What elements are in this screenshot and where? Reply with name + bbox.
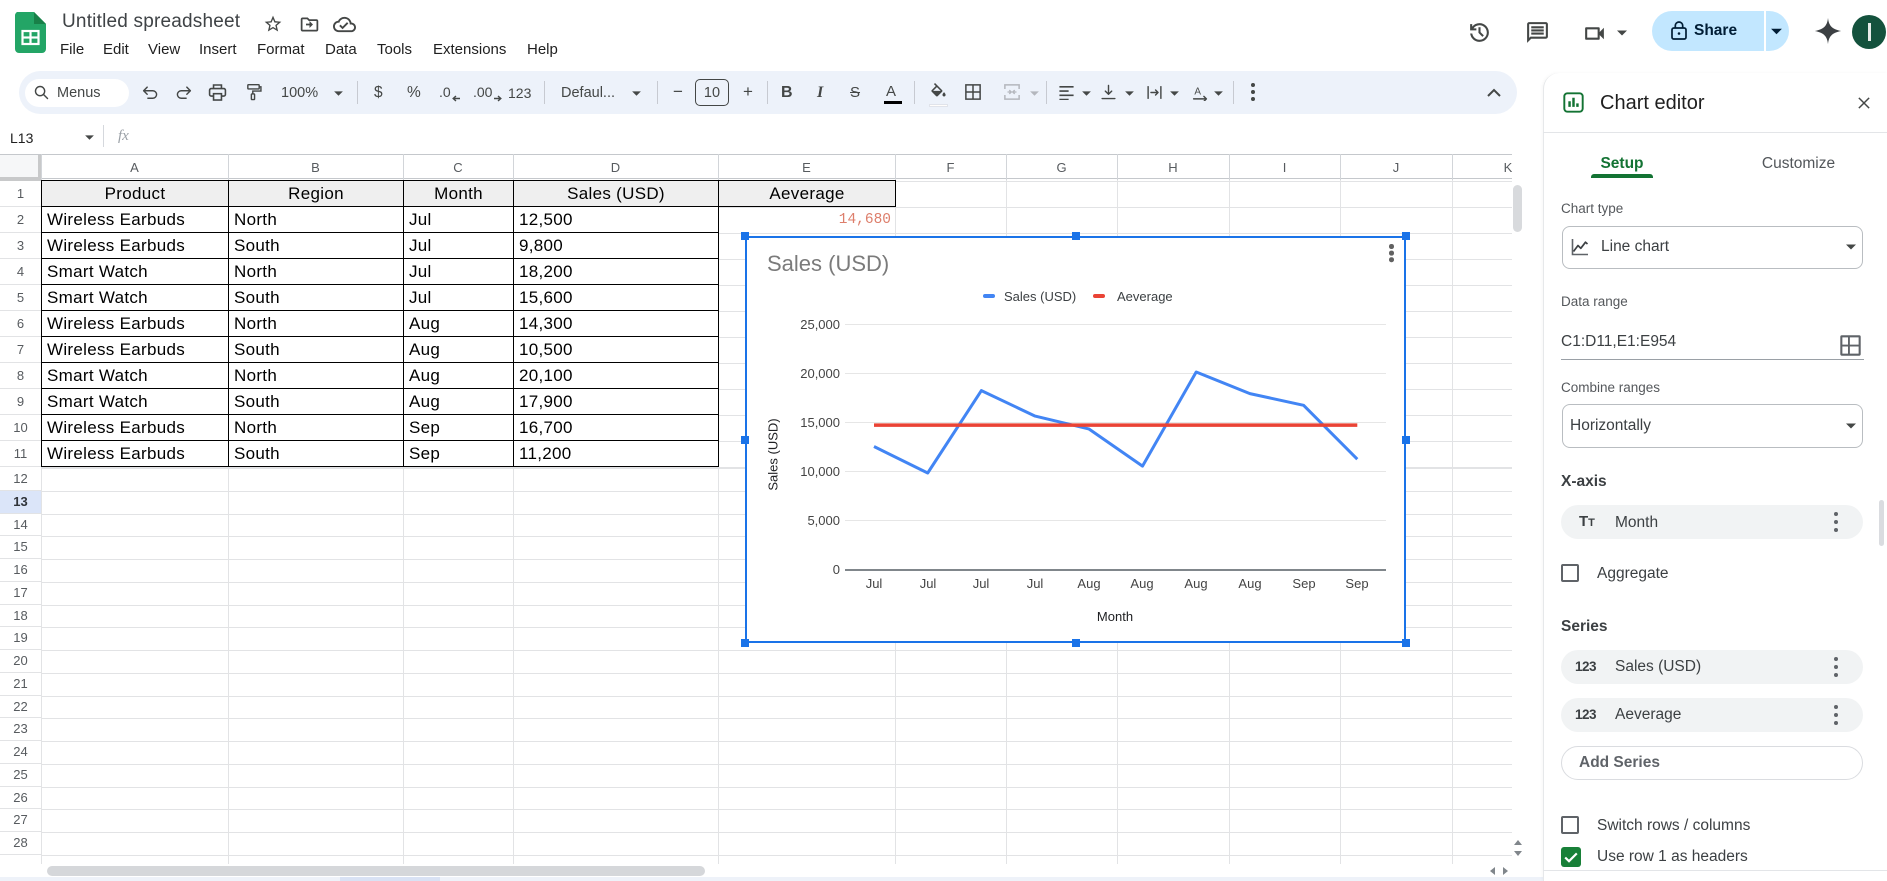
svg-text:A: A bbox=[1194, 87, 1201, 98]
